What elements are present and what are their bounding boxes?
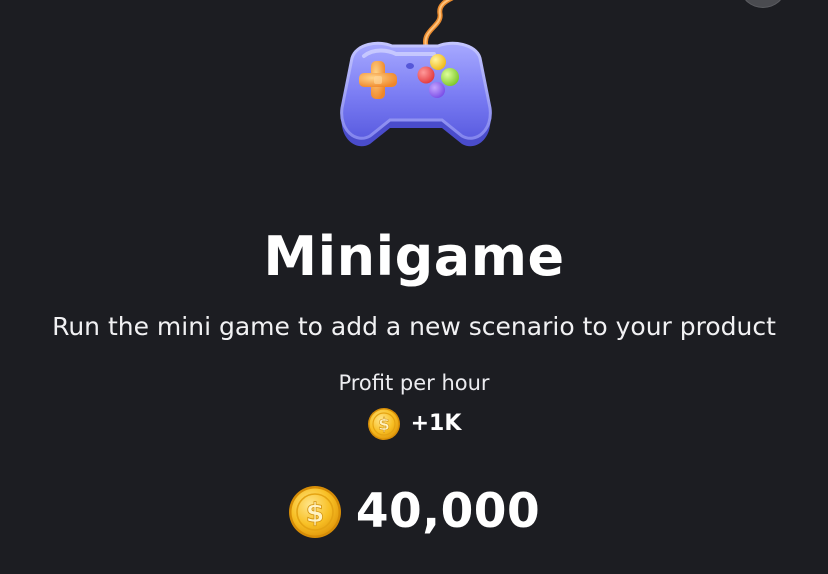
minigame-title: Minigame	[263, 225, 565, 288]
svg-text:$: $	[378, 415, 390, 435]
profit-per-hour-value: +1K	[410, 411, 462, 436]
coin-icon: $	[288, 486, 341, 538]
close-button[interactable]	[741, 0, 785, 8]
coin-icon: $	[367, 408, 400, 440]
cost-value: 40,000	[355, 484, 541, 539]
profit-per-hour-row: $ +1K	[0, 406, 828, 442]
svg-text:$: $	[305, 498, 324, 529]
minigame-card: Minigame Run the mini game to add a new …	[0, 0, 828, 574]
gamepad-icon	[340, 0, 492, 147]
profit-per-hour-label: Profit per hour	[338, 371, 490, 395]
balance-row: $ 40,000	[0, 482, 828, 542]
minigame-description: Run the mini game to add a new scenario …	[52, 312, 776, 341]
